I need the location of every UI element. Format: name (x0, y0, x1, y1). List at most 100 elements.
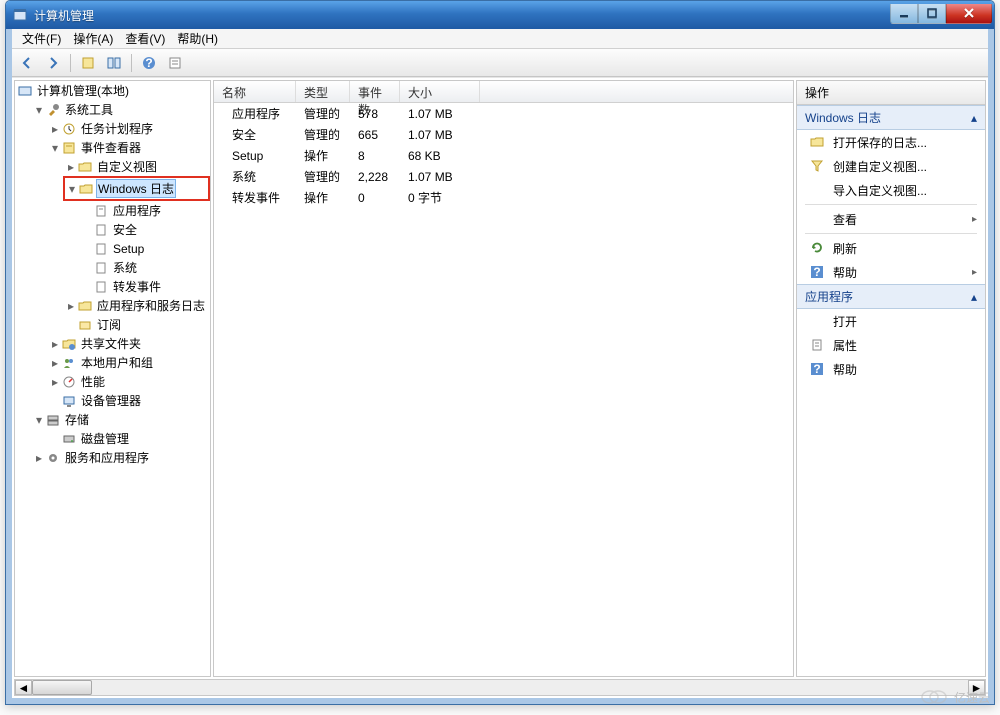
tree-system-tools[interactable]: ▾ 系统工具 (33, 100, 210, 119)
performance-icon (61, 374, 77, 390)
tree-security-log[interactable]: 安全 (81, 220, 210, 239)
actions-title: 操作 (797, 81, 985, 105)
expand-icon[interactable]: ▸ (49, 376, 61, 388)
list-body: 应用程序管理的5781.07 MB 安全管理的6651.07 MB Setup操… (214, 103, 793, 676)
action-import-view[interactable]: 导入自定义视图... (797, 178, 985, 202)
col-count[interactable]: 事件数 (350, 81, 400, 102)
log-icon (93, 222, 109, 238)
action-properties[interactable]: 属性 (797, 333, 985, 357)
shared-folder-icon (61, 336, 77, 352)
expand-icon[interactable]: ▸ (33, 452, 45, 464)
properties-button[interactable] (164, 52, 186, 74)
expand-icon[interactable]: ▸ (49, 357, 61, 369)
refresh-icon (809, 240, 825, 256)
action-section-windows-logs[interactable]: Windows 日志▴ (797, 105, 985, 130)
tree-system-log[interactable]: 系统 (81, 258, 210, 277)
up-button[interactable] (77, 52, 99, 74)
properties-icon (809, 337, 825, 353)
expand-icon[interactable]: ▸ (65, 161, 77, 173)
col-type[interactable]: 类型 (296, 81, 350, 102)
tree-local-users[interactable]: ▸本地用户和组 (49, 353, 210, 372)
filter-icon (809, 158, 825, 174)
expand-icon[interactable]: ▸ (49, 123, 61, 135)
expand-icon[interactable]: ▸ (65, 300, 77, 312)
close-button[interactable] (946, 4, 992, 24)
chevron-right-icon: ▸ (972, 267, 977, 278)
action-view[interactable]: 查看▸ (797, 207, 985, 231)
folder-icon (77, 159, 93, 175)
menu-help[interactable]: 帮助(H) (171, 28, 224, 49)
list-row[interactable]: 应用程序管理的5781.07 MB (214, 103, 793, 124)
collapse-icon[interactable]: ▾ (33, 414, 45, 426)
tree-shared-folders[interactable]: ▸共享文件夹 (49, 334, 210, 353)
gear-icon (45, 450, 61, 466)
minimize-button[interactable] (890, 4, 918, 24)
app-icon (12, 7, 28, 23)
help-button[interactable]: ? (138, 52, 160, 74)
collapse-icon[interactable]: ▾ (49, 142, 61, 154)
details-pane: 名称 类型 事件数 大小 应用程序管理的5781.07 MB 安全管理的6651… (213, 80, 794, 677)
expand-icon[interactable]: ▸ (49, 338, 61, 350)
action-refresh[interactable]: 刷新 (797, 236, 985, 260)
users-icon (61, 355, 77, 371)
action-help[interactable]: ?帮助▸ (797, 260, 985, 284)
horizontal-scrollbar[interactable]: ◄ ► (14, 679, 986, 696)
list-row[interactable]: 安全管理的6651.07 MB (214, 124, 793, 145)
tree-subscriptions[interactable]: 订阅 (65, 315, 210, 334)
tree-device-manager[interactable]: 设备管理器 (49, 391, 210, 410)
computer-icon (17, 83, 33, 99)
svg-text:?: ? (813, 362, 820, 376)
tree-task-scheduler[interactable]: ▸任务计划程序 (49, 119, 210, 138)
list-row[interactable]: 系统管理的2,2281.07 MB (214, 166, 793, 187)
tree-storage[interactable]: ▾存储 (33, 410, 210, 429)
scroll-thumb[interactable] (32, 680, 92, 695)
menu-view[interactable]: 查看(V) (119, 28, 171, 49)
tree-forwarded-log[interactable]: 转发事件 (81, 277, 210, 296)
action-create-view[interactable]: 创建自定义视图... (797, 154, 985, 178)
tree-performance[interactable]: ▸性能 (49, 372, 210, 391)
storage-icon (45, 412, 61, 428)
list-row[interactable]: 转发事件操作00 字节 (214, 187, 793, 208)
menu-action[interactable]: 操作(A) (67, 28, 119, 49)
action-open-saved[interactable]: 打开保存的日志... (797, 130, 985, 154)
show-hide-tree-button[interactable] (103, 52, 125, 74)
tree-root[interactable]: 计算机管理(本地) (17, 81, 210, 100)
clock-icon (61, 121, 77, 137)
tree-windows-logs[interactable]: ▾Windows 日志 (66, 179, 207, 198)
col-size[interactable]: 大小 (400, 81, 480, 102)
back-button[interactable] (16, 52, 38, 74)
col-name[interactable]: 名称 (214, 81, 296, 102)
folder-open-icon (809, 134, 825, 150)
log-icon (93, 260, 109, 276)
work-area: 计算机管理(本地) ▾ 系统工具 ▸任务计划程序 (12, 77, 988, 679)
menu-file[interactable]: 文件(F) (16, 28, 67, 49)
maximize-button[interactable] (918, 4, 946, 24)
disk-icon (61, 431, 77, 447)
menu-bar: 文件(F) 操作(A) 查看(V) 帮助(H) (12, 29, 988, 49)
tree-services-apps[interactable]: ▸服务和应用程序 (33, 448, 210, 467)
collapse-icon[interactable]: ▾ (66, 183, 78, 195)
action-open[interactable]: 打开 (797, 309, 985, 333)
collapse-icon[interactable]: ▾ (33, 104, 45, 116)
tree-application-log[interactable]: 应用程序 (81, 201, 210, 220)
tree-event-viewer[interactable]: ▾事件查看器 (49, 138, 210, 157)
list-row[interactable]: Setup操作868 KB (214, 145, 793, 166)
chevron-up-icon: ▴ (971, 290, 977, 304)
svg-text:?: ? (813, 265, 820, 279)
navigation-tree: 计算机管理(本地) ▾ 系统工具 ▸任务计划程序 (14, 80, 211, 677)
window-title: 计算机管理 (34, 7, 890, 24)
action-help-2[interactable]: ?帮助 (797, 357, 985, 381)
tree-setup-log[interactable]: Setup (81, 239, 210, 258)
tree-custom-views[interactable]: ▸自定义视图 (65, 157, 210, 176)
forward-button[interactable] (42, 52, 64, 74)
tree-app-services-logs[interactable]: ▸应用程序和服务日志 (65, 296, 210, 315)
column-headers: 名称 类型 事件数 大小 (214, 81, 793, 103)
subscription-icon (77, 317, 93, 333)
tree-disk-management[interactable]: 磁盘管理 (49, 429, 210, 448)
event-viewer-icon (61, 140, 77, 156)
actions-pane: 操作 Windows 日志▴ 打开保存的日志... 创建自定义视图... 导入自… (796, 80, 986, 677)
log-icon (93, 279, 109, 295)
title-bar: 计算机管理 (6, 1, 994, 29)
scroll-left-button[interactable]: ◄ (15, 680, 32, 695)
action-section-application[interactable]: 应用程序▴ (797, 284, 985, 309)
